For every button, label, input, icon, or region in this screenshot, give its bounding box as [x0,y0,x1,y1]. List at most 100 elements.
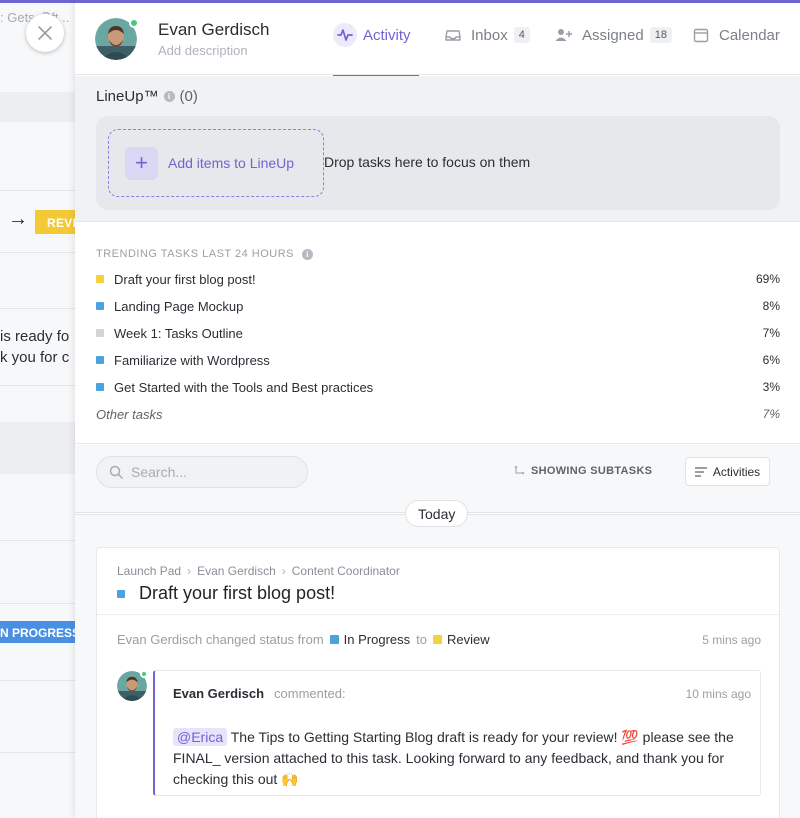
tab-assigned[interactable]: Assigned 18 [552,23,672,75]
background-divider [0,603,75,604]
card-divider [97,614,779,615]
background-divider [0,752,75,753]
trending-task-percent: 8% [762,299,780,313]
trending-task-row[interactable]: Familiarize with Wordpress 6% [96,350,780,370]
background-divider [0,308,75,309]
status-color-square [96,356,104,364]
info-icon[interactable]: i [302,248,313,260]
user-activity-panel: Evan Gerdisch Add description Activity I… [75,0,800,818]
online-status-dot [129,18,139,28]
status-change-prefix: Evan Gerdisch changed status from [117,632,324,647]
assigned-count-badge: 18 [649,27,672,43]
tab-label: Calendar [719,27,780,44]
calendar-icon [689,23,713,47]
status-color-square [96,275,104,283]
other-tasks-row[interactable]: Other tasks 7% [96,404,780,424]
tab-label: Activity [363,27,411,44]
subtasks-icon [514,465,525,475]
comment-header: Evan Gerdisch commented: 10 mins ago [173,686,751,701]
lineup-title: LineUp™ i (0) [96,88,198,105]
chevron-right-icon: › [281,564,286,578]
assigned-user-icon [552,23,576,47]
status-to: Review [433,632,490,647]
arrow-right-icon: → [8,208,28,230]
close-icon [38,26,52,40]
trending-task-row[interactable]: Week 1: Tasks Outline 7% [96,323,780,343]
tab-activity[interactable]: Activity [333,23,411,75]
breadcrumb: Launch Pad › Evan Gerdisch › Content Coo… [117,564,400,578]
panel-header: Evan Gerdisch Add description Activity I… [75,3,800,77]
lineup-title-text: LineUp™ [96,88,159,105]
trending-title: TRENDING TASKS LAST 24 HOURS i [96,248,313,260]
status-color-square [96,383,104,391]
comment-body: @Erica The Tips to Getting Starting Blog… [173,727,743,790]
trending-task-percent: 3% [762,380,780,394]
breadcrumb-item[interactable]: Evan Gerdisch [197,564,276,578]
background-row-band [0,444,75,474]
inbox-count-badge: 4 [513,27,530,43]
background-text-line: k you for c [0,349,70,366]
showing-subtasks-toggle[interactable]: SHOWING SUBTASKS [513,465,652,477]
background-divider [0,190,75,191]
status-to-label: Review [447,632,490,647]
trending-task-percent: 69% [755,272,780,286]
lineup-drop-zone[interactable]: + Add items to LineUp Drop tasks here to… [96,116,780,210]
trending-task-row[interactable]: Landing Page Mockup 8% [96,296,780,316]
background-progress-badge: N PROGRESS [0,621,80,643]
trending-task-name: Landing Page Mockup [114,298,244,314]
status-color-square [117,589,125,598]
breadcrumb-item[interactable]: Content Coordinator [292,564,400,578]
task-title[interactable]: Draft your first blog post! [117,583,335,604]
description-field[interactable]: Add description [158,43,248,58]
comment-action: commented: [274,686,346,701]
comment-time: 10 mins ago [685,687,751,701]
background-text-line: is ready fo [0,328,70,345]
comment: Evan Gerdisch commented: 10 mins ago @Er… [153,670,761,796]
user-name: Evan Gerdisch [158,20,270,39]
activity-card: Launch Pad › Evan Gerdisch › Content Coo… [96,547,780,818]
online-status-dot [140,670,148,678]
status-color-square [433,635,442,644]
status-change-time: 5 mins ago [702,632,761,647]
tab-label: Inbox [471,27,508,44]
background-divider [0,252,75,253]
status-change-entry: Evan Gerdisch changed status from In Pro… [117,632,761,647]
trending-task-name: Get Started with the Tools and Best prac… [114,379,374,395]
drop-hint-text: Drop tasks here to focus on them [324,154,531,170]
status-color-square [96,302,104,310]
other-tasks-label: Other tasks [96,406,163,422]
trending-task-name: Week 1: Tasks Outline [114,325,243,341]
activities-filter-button[interactable]: Activities [685,457,770,486]
trending-task-row[interactable]: Get Started with the Tools and Best prac… [96,377,780,397]
search-input[interactable] [131,464,301,480]
search-icon [109,465,123,479]
info-icon[interactable]: i [163,91,175,102]
close-button[interactable] [26,14,64,52]
status-from-label: In Progress [343,632,411,647]
activity-pulse-icon [333,23,357,47]
status-connector: to [416,632,427,647]
search-box[interactable] [96,456,308,488]
activities-label: Activities [712,464,761,479]
user-mention[interactable]: @Erica [173,728,228,746]
add-items-label: Add items to LineUp [168,155,295,171]
inbox-tray-icon [441,23,465,47]
day-label: Today [405,500,469,527]
status-from: In Progress [329,632,411,647]
breadcrumb-item[interactable]: Launch Pad [117,564,181,578]
tab-label: Assigned [582,27,644,44]
trending-task-name: Draft your first blog post! [114,271,256,287]
status-color-square [96,329,104,337]
background-row-band [0,92,75,122]
task-title-text: Draft your first blog post! [139,583,336,603]
tab-inbox[interactable]: Inbox 4 [441,23,530,75]
comment-author[interactable]: Evan Gerdisch [173,686,264,701]
status-color-square [329,635,339,644]
add-items-to-lineup-button[interactable]: + Add items to LineUp [108,129,324,197]
filter-lines-icon [694,466,707,477]
background-divider [0,540,75,541]
chevron-right-icon: › [187,564,192,578]
trending-title-text: TRENDING TASKS LAST 24 HOURS [96,248,294,260]
trending-task-row[interactable]: Draft your first blog post! 69% [96,269,780,289]
tab-calendar[interactable]: Calendar [689,23,780,75]
